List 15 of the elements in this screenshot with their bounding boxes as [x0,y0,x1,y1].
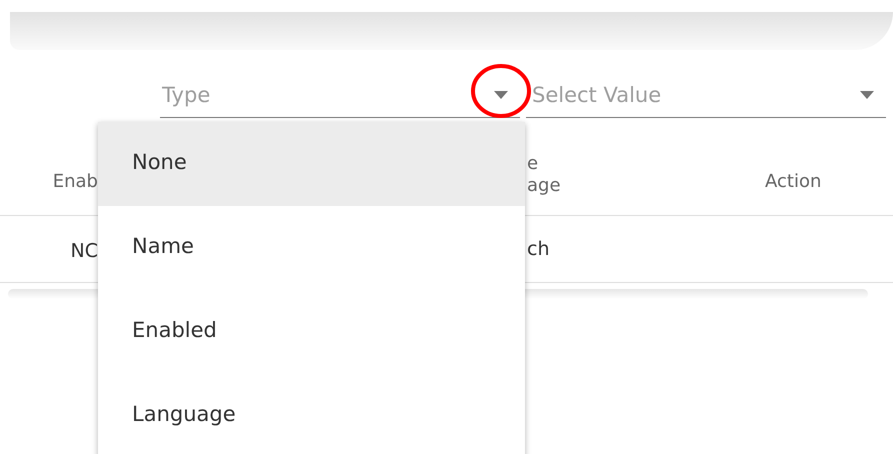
column-header: Enab [52,170,98,192]
menu-item[interactable]: Enabled [98,290,525,374]
menu-item[interactable]: Name [98,206,525,290]
menu-item[interactable]: Language [98,374,525,454]
table-cell: ch [527,238,550,260]
select-field[interactable]: Select Value [526,72,886,118]
select-field[interactable]: Type [160,72,520,118]
highlight-circle [470,63,532,119]
menu-item[interactable]: None [98,122,525,206]
caret-icon [494,91,508,99]
column-header: e [527,153,538,175]
column-header: age [527,174,561,196]
table-cell: NC [70,240,98,262]
column-header: Action [765,170,822,192]
caret-icon [860,91,874,99]
